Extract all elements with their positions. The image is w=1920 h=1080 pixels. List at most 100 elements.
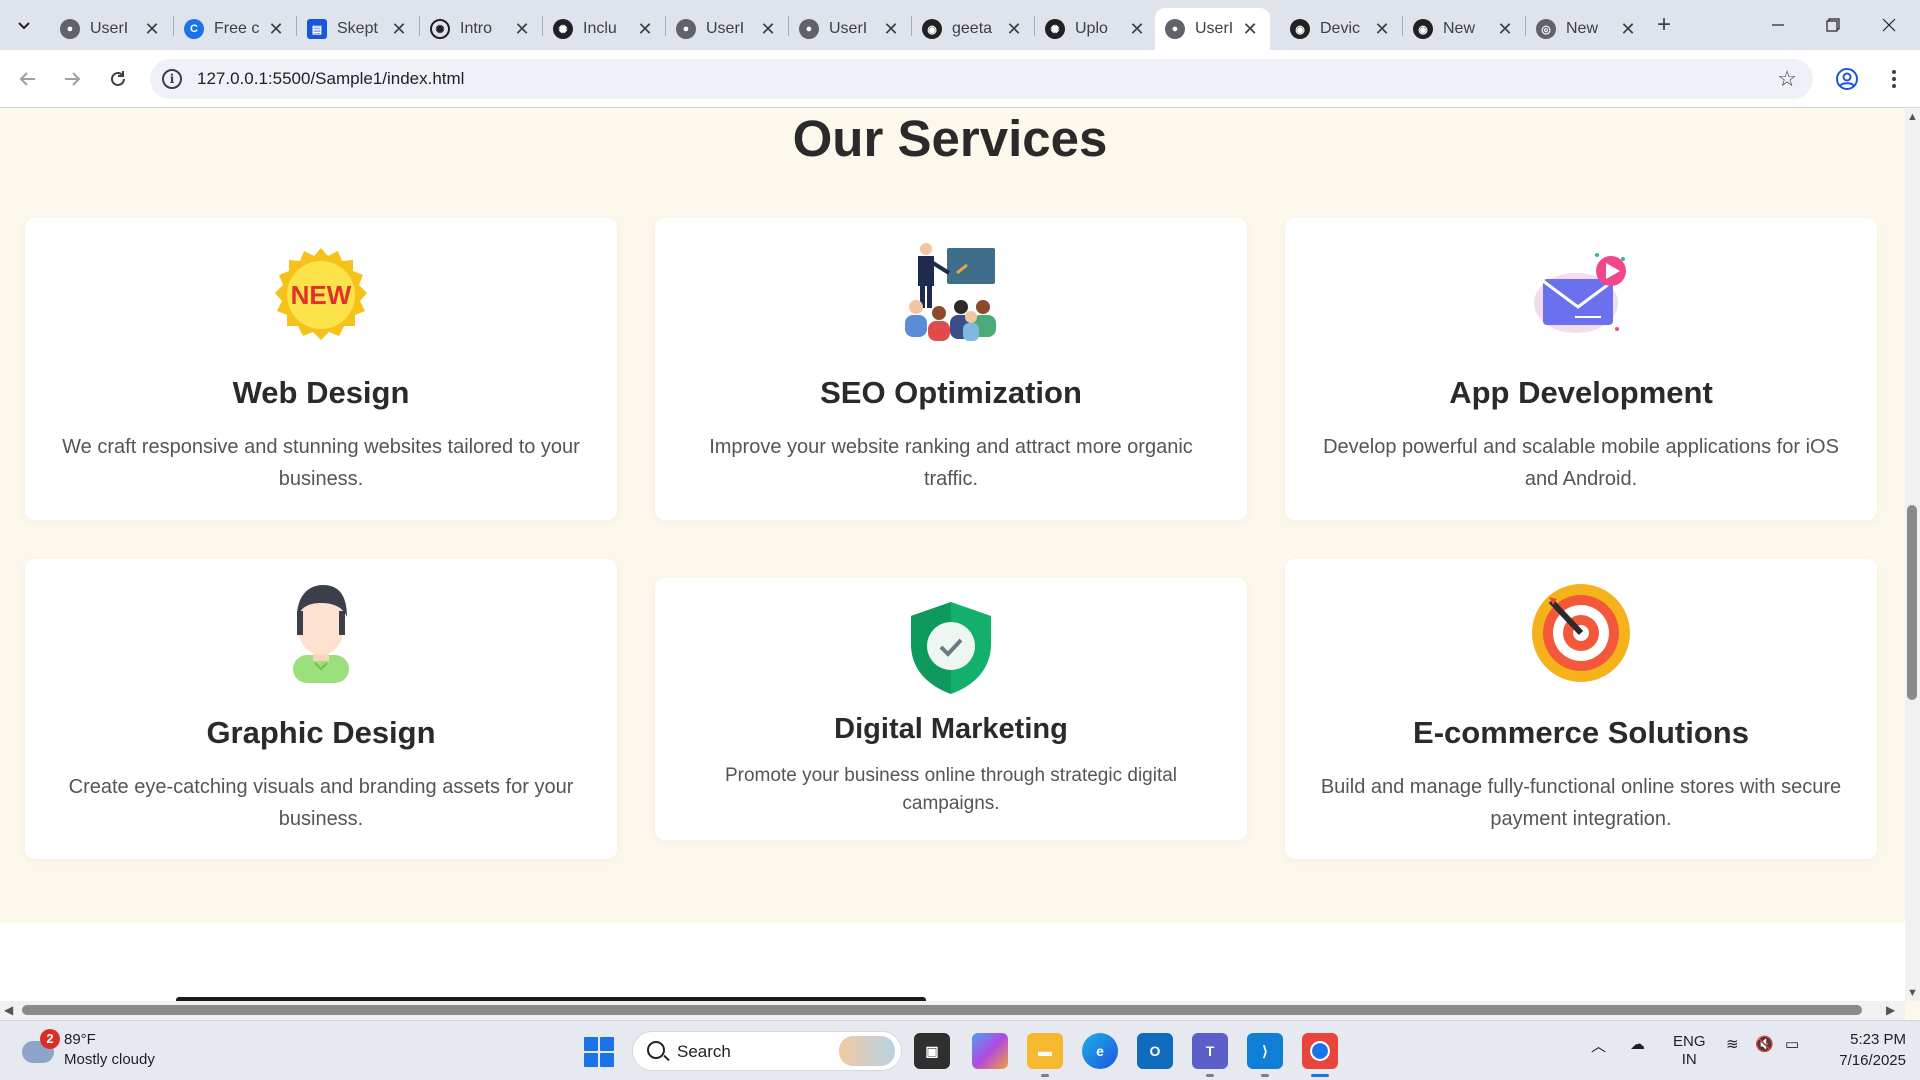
scroll-down-arrow-icon[interactable]: ▼: [1907, 987, 1918, 999]
service-title: App Development: [1449, 375, 1713, 410]
scroll-up-arrow-icon[interactable]: ▲: [1907, 111, 1918, 123]
tab-title: UserI: [1195, 20, 1234, 37]
back-button[interactable]: [12, 63, 44, 95]
reload-button[interactable]: [102, 63, 134, 95]
tab-9[interactable]: ✺ Uplo ✕: [1035, 8, 1157, 50]
language-indicator[interactable]: ENG IN: [1673, 1033, 1706, 1069]
show-hidden-icons-chevron-icon[interactable]: ︿: [1591, 1035, 1606, 1056]
edge-icon[interactable]: e: [1082, 1033, 1118, 1069]
tab-close-icon[interactable]: ✕: [1372, 19, 1392, 40]
tab-title: UserI: [90, 20, 129, 37]
service-card-digital-marketing: Digital Marketing Promote your business …: [655, 578, 1247, 840]
tab-11[interactable]: ◉ Devic ✕: [1280, 8, 1402, 50]
service-description: Develop powerful and scalable mobile app…: [1323, 436, 1839, 490]
tab-close-icon[interactable]: ✕: [266, 19, 286, 40]
tab-10-active[interactable]: ● UserI ✕: [1155, 8, 1270, 50]
system-clock[interactable]: 5:23 PM 7/16/2025: [1810, 1029, 1906, 1071]
reload-icon: [111, 71, 125, 86]
chrome-icon[interactable]: [1302, 1033, 1338, 1077]
bookmark-star-icon[interactable]: ☆: [1777, 66, 1797, 92]
search-icon: [647, 1041, 665, 1059]
tab-4[interactable]: ✺ Intro ✕: [420, 8, 542, 50]
tab-5[interactable]: ✺ Inclu ✕: [543, 8, 665, 50]
forward-button[interactable]: [56, 63, 88, 95]
service-description: Build and manage fully-functional online…: [1320, 776, 1842, 830]
tab-close-icon[interactable]: ✕: [142, 19, 162, 40]
github-icon: ◉: [1413, 19, 1433, 39]
tab-close-icon[interactable]: ✕: [1495, 19, 1515, 40]
person-avatar-icon: [271, 583, 371, 683]
scroll-right-arrow-icon[interactable]: ▶: [1886, 1003, 1895, 1017]
url-text[interactable]: 127.0.0.1:5500/Sample1/index.html: [197, 69, 464, 89]
restore-button[interactable]: [1810, 8, 1856, 42]
file-explorer-icon[interactable]: ▬: [1027, 1033, 1063, 1077]
site-info-icon[interactable]: i: [162, 69, 182, 89]
tab-close-icon[interactable]: ✕: [1004, 19, 1024, 40]
profile-button[interactable]: [1831, 63, 1863, 95]
copilot-icon[interactable]: [972, 1033, 1008, 1069]
service-description: We craft responsive and stunning website…: [62, 436, 580, 490]
tab-13[interactable]: ◎ New ✕: [1526, 8, 1648, 50]
tab-close-icon[interactable]: ✕: [389, 19, 409, 40]
weather-widget[interactable]: 2 89°F Mostly cloudy: [20, 1029, 180, 1073]
vertical-scrollbar[interactable]: ▲ ▼: [1905, 109, 1920, 1001]
wifi-icon[interactable]: ≋: [1726, 1035, 1739, 1053]
clock-date: 7/16/2025: [1839, 1052, 1906, 1069]
onedrive-offline-icon[interactable]: ☁: [1630, 1035, 1645, 1053]
minimize-button[interactable]: [1755, 8, 1801, 42]
service-card-graphic-design: Graphic Design Create eye-catching visua…: [25, 559, 617, 859]
chrome-icon: ◎: [1536, 19, 1556, 39]
tab-6[interactable]: ● UserI ✕: [666, 8, 788, 50]
tab-close-icon[interactable]: ✕: [1127, 19, 1147, 40]
scroll-left-arrow-icon[interactable]: ◀: [4, 1003, 13, 1017]
taskbar: 2 89°F Mostly cloudy Search ▣ ▬ e O T ⟩ …: [0, 1020, 1920, 1080]
service-title: SEO Optimization: [820, 375, 1082, 410]
tab-close-icon[interactable]: ✕: [1618, 19, 1638, 40]
task-view-icon[interactable]: ▣: [914, 1033, 950, 1069]
close-icon: [1882, 18, 1896, 32]
weather-condition: Mostly cloudy: [64, 1051, 155, 1068]
tab-2[interactable]: C Free c ✕: [174, 8, 296, 50]
plus-icon: +: [1656, 11, 1671, 38]
tab-3[interactable]: ▤ Skept ✕: [297, 8, 419, 50]
next-section: [0, 923, 1905, 1001]
speaker-muted-icon[interactable]: 🔇: [1755, 1035, 1774, 1053]
horizontal-scrollbar[interactable]: ◀ ▶: [0, 1001, 1905, 1020]
browser-menu-button[interactable]: [1878, 63, 1910, 95]
tab-close-icon[interactable]: ✕: [758, 19, 778, 40]
outlook-icon[interactable]: O: [1137, 1033, 1173, 1069]
windows-start-icon[interactable]: [584, 1037, 614, 1067]
shield-check-icon: [901, 598, 1001, 698]
horizontal-scroll-thumb[interactable]: [22, 1005, 1862, 1015]
tab-title: Devic: [1320, 20, 1361, 37]
section-heading: Our Services: [792, 110, 1108, 167]
restore-icon: [1826, 18, 1840, 32]
vertical-scroll-thumb[interactable]: [1907, 505, 1917, 700]
tab-title: Skept: [337, 20, 378, 37]
tab-close-icon[interactable]: ✕: [512, 19, 532, 40]
tab-7[interactable]: ● UserI ✕: [789, 8, 911, 50]
service-card-app-development: App Development Develop powerful and sca…: [1285, 218, 1877, 520]
target-icon: [1531, 583, 1631, 683]
tab-close-icon[interactable]: ✕: [881, 19, 901, 40]
tab-1[interactable]: ● UserI ✕: [50, 8, 172, 50]
tab-search-button[interactable]: [8, 9, 40, 41]
tab-title: Uplo: [1075, 20, 1108, 37]
page-viewport: Our Services NEW Web Design We craft res…: [0, 109, 1905, 1001]
new-badge-icon: NEW: [271, 246, 371, 346]
tab-title: UserI: [829, 20, 868, 37]
taskbar-search[interactable]: Search: [632, 1031, 902, 1071]
address-bar[interactable]: i 127.0.0.1:5500/Sample1/index.html ☆: [150, 59, 1813, 99]
service-description: Improve your website ranking and attract…: [709, 436, 1193, 490]
new-tab-button[interactable]: +: [1650, 12, 1678, 40]
tab-12[interactable]: ◉ New ✕: [1403, 8, 1525, 50]
battery-icon[interactable]: ▭: [1785, 1035, 1799, 1053]
tab-close-icon[interactable]: ✕: [1240, 19, 1260, 40]
vscode-icon[interactable]: ⟩: [1247, 1033, 1283, 1077]
tab-title: New: [1566, 20, 1599, 37]
tab-8[interactable]: ◉ geeta ✕: [912, 8, 1034, 50]
teams-icon[interactable]: T: [1192, 1033, 1228, 1077]
openai-icon: ✺: [1045, 19, 1065, 39]
tab-close-icon[interactable]: ✕: [635, 19, 655, 40]
close-window-button[interactable]: [1866, 8, 1912, 42]
